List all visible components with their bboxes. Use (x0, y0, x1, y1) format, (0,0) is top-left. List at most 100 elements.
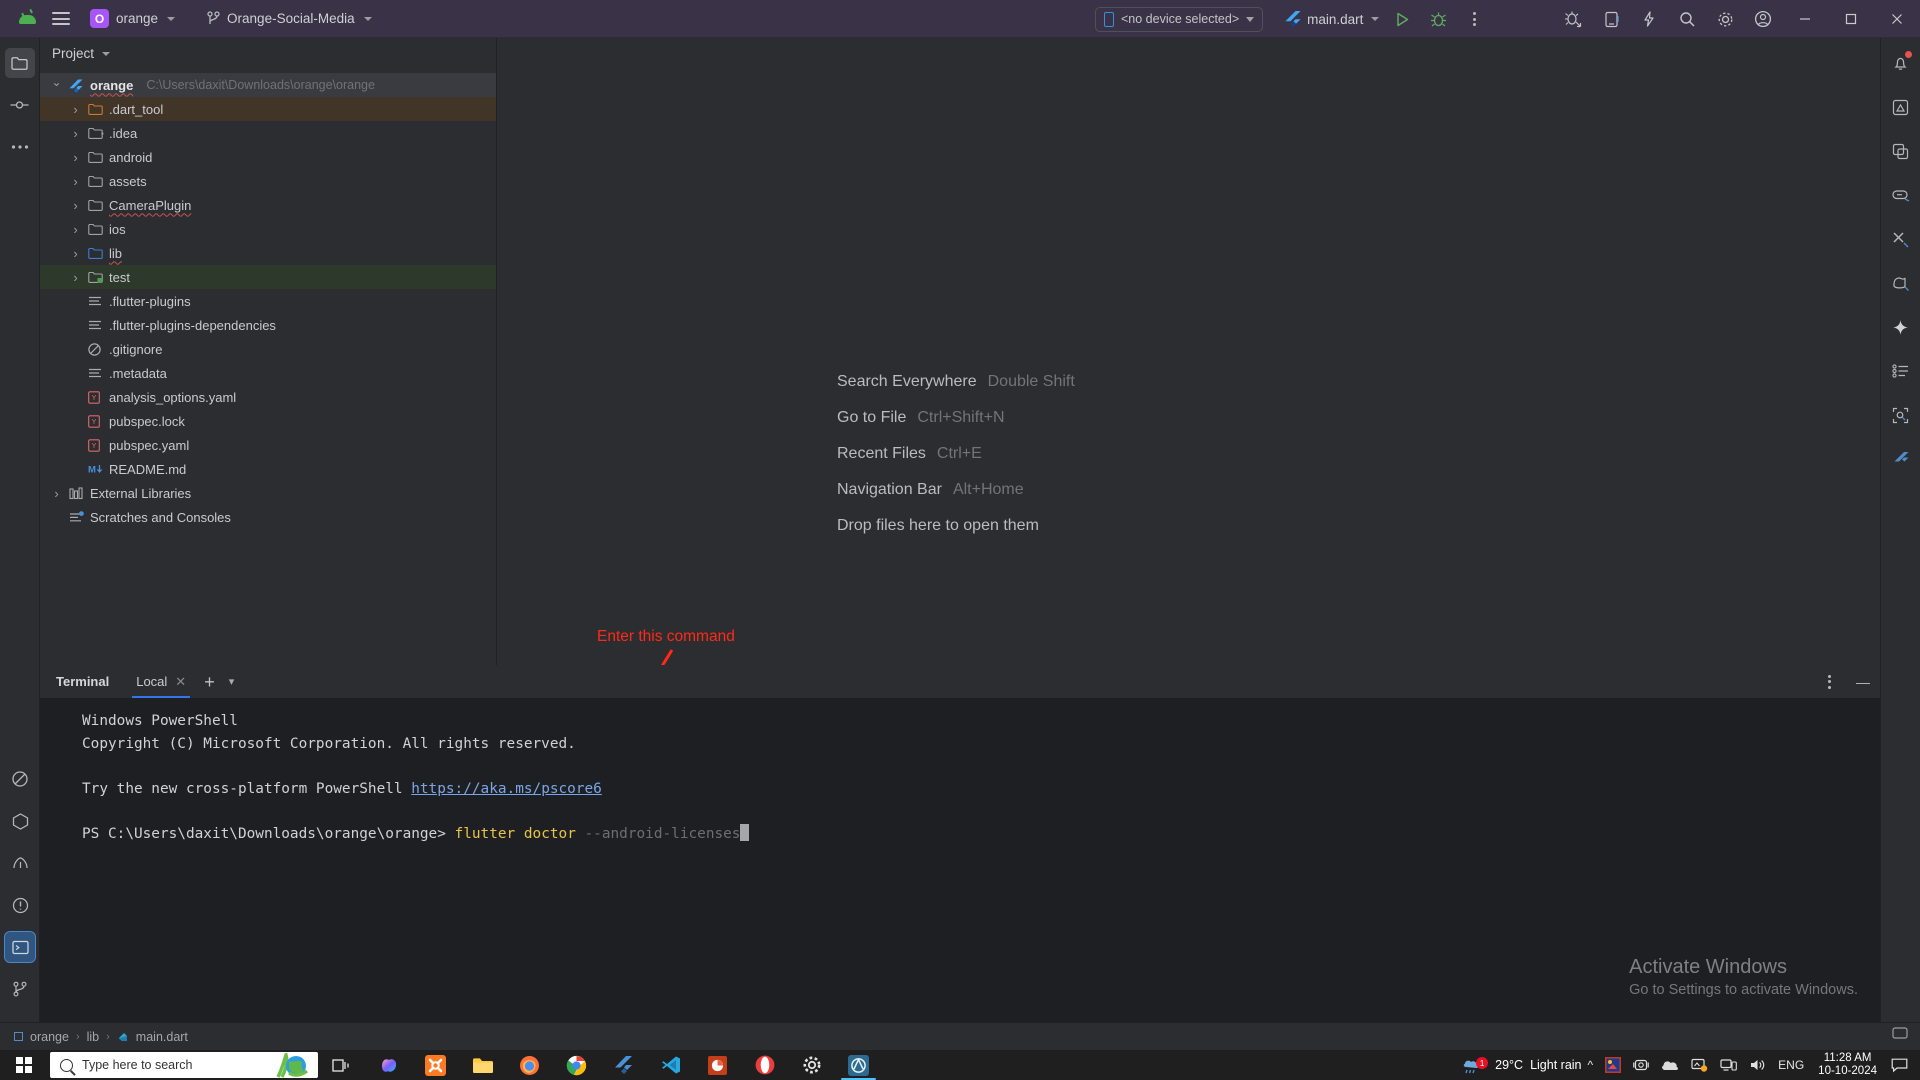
sparkle-icon[interactable] (1886, 312, 1916, 342)
webcam-icon[interactable] (1627, 1050, 1655, 1080)
flutter-inspector-icon[interactable] (5, 806, 35, 836)
taskbar-search-input[interactable]: Type here to search (50, 1049, 318, 1078)
search-icon[interactable] (1668, 0, 1706, 38)
debug-arrow-icon[interactable] (1554, 0, 1592, 38)
tree-node--metadata[interactable]: .metadata (40, 361, 496, 385)
sidebar-item-terminal[interactable] (4, 931, 36, 963)
flutter-performance-icon[interactable] (5, 848, 35, 878)
account-icon[interactable] (1744, 0, 1782, 38)
project-selector[interactable]: O orange (86, 6, 182, 31)
structure-list-icon[interactable] (1886, 356, 1916, 386)
tree-node-assets[interactable]: assets (40, 169, 496, 193)
close-icon[interactable]: ✕ (175, 674, 186, 690)
tree-node-pubspec-lock[interactable]: Ypubspec.lock (40, 409, 496, 433)
more-vertical-icon[interactable] (1463, 12, 1485, 26)
chevron-down-icon[interactable]: ▾ (229, 675, 235, 688)
plus-icon[interactable]: + (204, 673, 215, 691)
event-log-icon[interactable] (1892, 1027, 1908, 1046)
chevron-right-icon[interactable] (50, 486, 63, 501)
notifications-off-icon[interactable] (5, 764, 35, 794)
tree-node-test[interactable]: test (40, 265, 496, 289)
terminal-link[interactable]: https://aka.ms/pscore6 (411, 781, 602, 797)
screen-icon[interactable] (1685, 1050, 1714, 1080)
windows-start-icon[interactable] (0, 1050, 48, 1080)
hamburger-menu-icon[interactable] (44, 4, 78, 34)
taskbar-app-settings-icon[interactable] (788, 1050, 835, 1080)
chevron-up-icon[interactable]: ^ (1582, 1050, 1600, 1080)
taskbar-app-vscode-icon[interactable] (647, 1050, 694, 1080)
taskbar-app-file-explorer-icon[interactable] (459, 1050, 506, 1080)
breadcrumb-item[interactable]: orange (30, 1030, 69, 1044)
chevron-right-icon[interactable] (69, 246, 82, 261)
tree-node--flutter-plugins[interactable]: .flutter-plugins (40, 289, 496, 313)
editor-empty-area[interactable]: Search Everywhere Double Shift Go to File C… (497, 38, 1880, 665)
taskbar-app-powerpoint-icon[interactable] (694, 1050, 741, 1080)
tree-node-readme-md[interactable]: M README.md (40, 457, 496, 481)
taskbar-app-task-view-icon[interactable] (318, 1050, 365, 1080)
taskbar-app-firefox-icon[interactable] (506, 1050, 553, 1080)
problems-icon[interactable] (5, 890, 35, 920)
tree-node-ios[interactable]: ios (40, 217, 496, 241)
device-selector[interactable]: <no device selected> (1095, 6, 1264, 32)
volume-icon[interactable] (1743, 1050, 1772, 1080)
minimize-icon[interactable]: — (1856, 675, 1870, 689)
profiler-search-icon[interactable] (1886, 400, 1916, 430)
tray-clock[interactable]: 11:28 AM 10-10-2024 (1810, 1052, 1885, 1078)
tree-node-analysis-options-yaml[interactable]: Yanalysis_options.yaml (40, 385, 496, 409)
tray-weather[interactable]: 1 29°C Light rain (1456, 1055, 1582, 1075)
chevron-right-icon[interactable] (69, 174, 82, 189)
run-button[interactable] (1389, 6, 1415, 32)
taskbar-app-opera-icon[interactable] (741, 1050, 788, 1080)
tree-node-android[interactable]: android (40, 145, 496, 169)
breadcrumb-item[interactable]: lib (87, 1030, 100, 1044)
taskbar-app-xampp-icon[interactable] (412, 1050, 459, 1080)
chevron-right-icon[interactable] (69, 198, 82, 213)
notifications-bell-icon[interactable] (1886, 48, 1916, 78)
tree-node-external-libraries[interactable]: External Libraries (40, 481, 496, 505)
sidebar-item-commit[interactable] (5, 90, 35, 120)
chevron-right-icon[interactable] (69, 126, 82, 141)
sidebar-item-more-tools[interactable] (5, 132, 35, 162)
window-close-button[interactable] (1874, 0, 1920, 38)
ai-assistant-icon[interactable] (1886, 92, 1916, 122)
window-maximize-button[interactable] (1828, 0, 1874, 38)
network-icon[interactable] (1714, 1050, 1743, 1080)
version-control-icon[interactable] (5, 974, 35, 1004)
terminal-output[interactable]: Windows PowerShell Copyright (C) Microsof… (40, 698, 1880, 846)
chevron-right-icon[interactable] (69, 270, 82, 285)
database-link-icon[interactable] (1886, 180, 1916, 210)
tree-node-lib[interactable]: lib (40, 241, 496, 265)
gradle-icon[interactable] (1886, 268, 1916, 298)
chevron-right-icon[interactable] (69, 150, 82, 165)
device-manager-icon[interactable] (1592, 0, 1630, 38)
build-tools-icon[interactable] (1886, 224, 1916, 254)
window-minimize-button[interactable] (1782, 0, 1828, 38)
breadcrumb[interactable]: orange › lib › main.dart (14, 1030, 188, 1044)
taskbar-app-android-studio-icon[interactable] (835, 1050, 882, 1080)
taskbar-app-flutter-icon[interactable] (600, 1050, 647, 1080)
paint-icon[interactable] (1599, 1050, 1627, 1080)
more-vertical-icon[interactable] (1818, 674, 1840, 689)
onedrive-icon[interactable] (1655, 1050, 1685, 1080)
tree-node-orange[interactable]: orange C:\Users\daxit\Downloads\orange\or… (40, 73, 496, 97)
tree-node--idea[interactable]: * .idea (40, 121, 496, 145)
flutter-outline-icon[interactable] (1886, 444, 1916, 474)
tray-language[interactable]: ENG (1772, 1050, 1810, 1080)
tree-node-cameraplugin[interactable]: CameraPlugin (40, 193, 496, 217)
terminal-tab-local[interactable]: Local ✕ (132, 665, 191, 698)
sidebar-item-project[interactable] (4, 48, 35, 78)
tree-node--dart-tool[interactable]: .dart_tool (40, 97, 496, 121)
chevron-down-icon[interactable] (102, 51, 111, 56)
tree-node--gitignore[interactable]: .gitignore (40, 337, 496, 361)
breadcrumb-item[interactable]: main.dart (136, 1030, 188, 1044)
chevron-right-icon[interactable] (69, 222, 82, 237)
lightning-icon[interactable] (1630, 0, 1668, 38)
run-configuration-selector[interactable]: main.dart (1285, 10, 1380, 28)
taskbar-app-copilot-icon[interactable] (365, 1050, 412, 1080)
device-file-explorer-icon[interactable] (1886, 136, 1916, 166)
chevron-down-icon[interactable] (50, 78, 63, 92)
tree-node--flutter-plugins-dependencies[interactable]: .flutter-plugins-dependencies (40, 313, 496, 337)
chevron-right-icon[interactable] (69, 102, 82, 117)
branch-selector[interactable]: Orange-Social-Media (200, 8, 378, 29)
settings-gear-icon[interactable] (1706, 0, 1744, 38)
